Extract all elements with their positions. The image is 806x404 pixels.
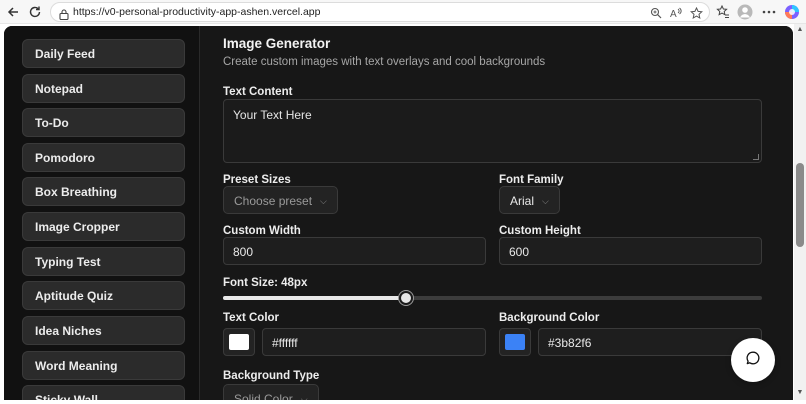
copilot-icon[interactable] — [784, 4, 800, 20]
background-color-picker[interactable] — [499, 328, 531, 356]
chat-button[interactable] — [731, 338, 775, 382]
sidebar: Daily Feed Notepad To-Do Pomodoro Box Br… — [4, 26, 200, 400]
page-scrollbar[interactable]: ▲ ▼ — [794, 24, 806, 400]
custom-width-label: Custom Width — [223, 225, 301, 237]
font-family-label: Font Family — [499, 174, 564, 186]
profile-icon[interactable] — [737, 4, 753, 20]
sidebar-item-pomodoro[interactable]: Pomodoro — [22, 143, 185, 172]
background-type-value: Solid Color — [234, 392, 293, 400]
lock-icon — [59, 7, 69, 21]
background-color-label: Background Color — [499, 312, 600, 324]
text-content-textarea[interactable]: Your Text Here — [223, 99, 762, 163]
image-generator-panel: Image Generator Create custom images wit… — [200, 26, 793, 400]
page-title: Image Generator — [223, 36, 331, 51]
svg-text:A: A — [670, 9, 677, 19]
text-color-picker[interactable] — [223, 328, 255, 356]
preset-sizes-placeholder: Choose preset — [234, 194, 313, 208]
custom-height-input[interactable]: 600 — [499, 237, 762, 265]
text-content-value: Your Text Here — [233, 108, 312, 122]
app-frame: Daily Feed Notepad To-Do Pomodoro Box Br… — [4, 26, 793, 400]
sidebar-item-image-cropper[interactable]: Image Cropper — [22, 212, 185, 241]
page-subtitle: Create custom images with text overlays … — [223, 56, 546, 68]
custom-width-input[interactable]: 800 — [223, 237, 486, 265]
scroll-up-icon[interactable]: ▲ — [796, 26, 804, 34]
text-color-input[interactable]: #ffffff — [262, 328, 486, 356]
chat-icon — [745, 350, 761, 371]
font-size-slider-fill — [223, 296, 407, 300]
sidebar-item-daily-feed[interactable]: Daily Feed — [22, 39, 185, 68]
refresh-icon[interactable] — [26, 3, 44, 21]
chevron-down-icon: ⌵ — [300, 394, 308, 400]
text-color-swatch — [229, 334, 249, 350]
chevron-down-icon: ⌵ — [542, 196, 549, 207]
font-family-value: Arial — [510, 194, 535, 208]
text-color-label: Text Color — [223, 312, 280, 324]
sidebar-item-aptitude-quiz[interactable]: Aptitude Quiz — [22, 281, 185, 310]
background-color-swatch — [505, 334, 525, 350]
app-viewport: Daily Feed Notepad To-Do Pomodoro Box Br… — [0, 24, 806, 400]
more-icon[interactable] — [761, 4, 777, 20]
font-family-select[interactable]: Arial ⌵ — [499, 186, 560, 214]
sidebar-item-to-do[interactable]: To-Do — [22, 108, 185, 137]
favorite-icon[interactable] — [689, 6, 703, 20]
preset-sizes-label: Preset Sizes — [223, 174, 291, 186]
background-color-input[interactable]: #3b82f6 — [538, 328, 762, 356]
address-bar[interactable]: https://v0-personal-productivity-app-ash… — [50, 2, 710, 22]
sidebar-item-notepad[interactable]: Notepad — [22, 74, 185, 103]
resize-handle-icon[interactable] — [753, 154, 759, 160]
browser-toolbar: https://v0-personal-productivity-app-ash… — [0, 0, 806, 24]
background-type-label: Background Type — [223, 370, 320, 382]
sidebar-item-word-meaning[interactable]: Word Meaning — [22, 351, 185, 380]
custom-height-label: Custom Height — [499, 225, 581, 237]
text-content-label: Text Content — [223, 86, 293, 98]
sidebar-item-box-breathing[interactable]: Box Breathing — [22, 177, 185, 206]
font-size-slider-thumb[interactable] — [399, 291, 414, 305]
sidebar-item-typing-test[interactable]: Typing Test — [22, 247, 185, 276]
back-icon[interactable] — [4, 3, 22, 21]
scrollbar-thumb[interactable] — [796, 163, 804, 247]
sidebar-item-sticky-wall[interactable]: Sticky Wall — [22, 385, 185, 400]
zoom-icon[interactable] — [649, 6, 663, 20]
font-size-label: Font Size: 48px — [223, 277, 308, 289]
sidebar-item-idea-niches[interactable]: Idea Niches — [22, 316, 185, 345]
preset-sizes-select[interactable]: Choose preset ⌵ — [223, 186, 338, 214]
collections-icon[interactable] — [715, 4, 731, 20]
url-text[interactable]: https://v0-personal-productivity-app-ash… — [73, 6, 320, 18]
chevron-down-icon: ⌵ — [320, 196, 327, 207]
font-size-slider[interactable] — [223, 291, 762, 305]
read-aloud-icon[interactable]: A — [669, 6, 683, 20]
background-type-select[interactable]: Solid Color ⌵ — [223, 384, 319, 400]
scroll-down-icon[interactable]: ▼ — [796, 389, 804, 397]
